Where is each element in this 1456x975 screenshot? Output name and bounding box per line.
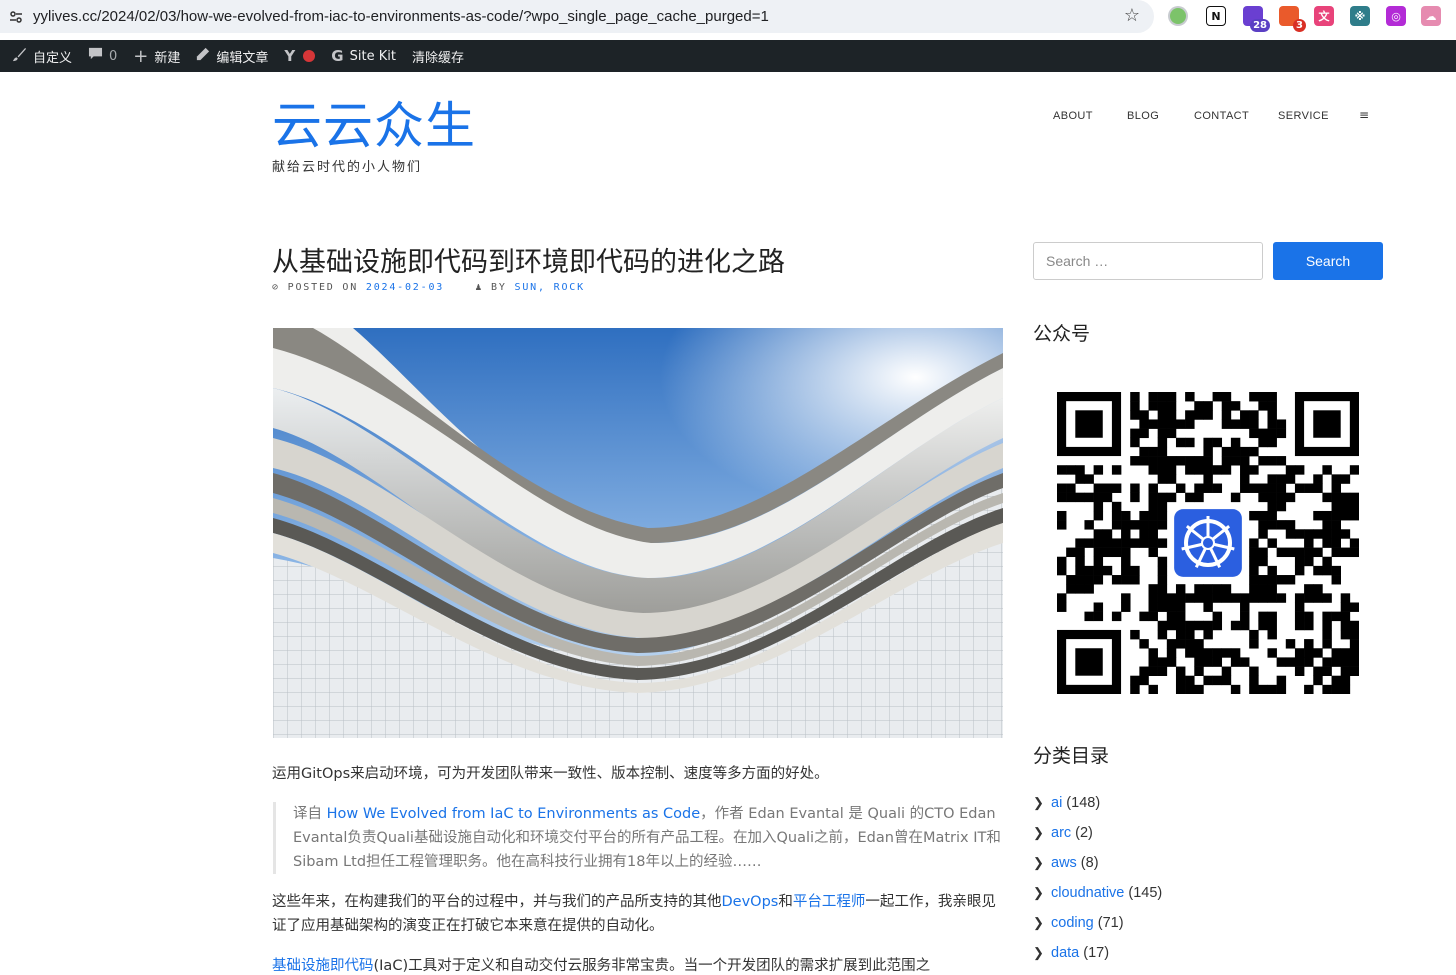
comments-button[interactable]: 0	[80, 40, 125, 72]
category-link[interactable]: arc	[1051, 825, 1071, 841]
chevron-right-icon: ❯	[1033, 885, 1044, 900]
chevron-right-icon: ❯	[1033, 915, 1044, 930]
stack-extension-icon[interactable]: 3	[1279, 6, 1306, 32]
house-extension-icon[interactable]: 28	[1243, 6, 1270, 32]
nav-blog[interactable]: BLOG	[1127, 110, 1159, 122]
post-paragraph-3: 基础设施即代码(IaC)工具对于定义和自动交付云服务非常宝贵。当一个开发团队的需…	[272, 954, 1002, 975]
devops-link[interactable]: DevOps	[722, 894, 779, 910]
new-content-button[interactable]: + 新建	[125, 40, 188, 72]
post-intro: 运用GitOps来启动环境，可为开发团队带来一致性、版本控制、速度等多方面的好处…	[272, 766, 829, 782]
chevron-right-icon: ❯	[1033, 795, 1044, 810]
teal-extension-icon[interactable]: ※	[1350, 6, 1370, 26]
google-g-icon: G	[331, 47, 344, 65]
list-item[interactable]: ❯ ai (148)	[1033, 788, 1162, 818]
posted-on-label: POSTED ON	[287, 282, 359, 293]
clock-icon: ⊘	[272, 282, 280, 293]
site-kit-button[interactable]: G Site Kit	[323, 40, 404, 72]
seo-status-dot-icon	[303, 50, 316, 62]
quote-prefix: 译自	[293, 806, 327, 822]
extension-badge: 3	[1293, 19, 1306, 32]
categories-list: ❯ ai (148) ❯ arc (2) ❯ aws (8) ❯ cloudnative (14…	[1033, 788, 1162, 968]
post-paragraph-2: 这些年来，在构建我们的平台的过程中，并与我们的产品所支持的其他DevOps和平台…	[272, 890, 1002, 938]
chevron-right-icon: ❯	[1033, 945, 1044, 960]
green-dot-extension-icon[interactable]	[1170, 8, 1186, 24]
category-count: (71)	[1097, 915, 1124, 931]
paintbrush-icon	[12, 47, 27, 66]
customize-button[interactable]: 自定义	[0, 40, 80, 72]
wechat-widget-title: 公众号	[1033, 323, 1091, 345]
category-link[interactable]: aws	[1051, 855, 1077, 871]
translation-quote: 译自 How We Evolved from IaC to Environmen…	[273, 802, 1003, 874]
comment-bubble-icon	[88, 47, 103, 65]
address-bar[interactable]: yylives.cc/2024/02/03/how-we-evolved-fro…	[0, 0, 1154, 33]
clear-cache-button[interactable]: 清除缓存	[404, 40, 472, 72]
pencil-icon	[196, 47, 210, 65]
site-tagline: 献给云时代的小人物们	[272, 160, 423, 175]
original-article-link[interactable]: How We Evolved from IaC to Environments …	[327, 806, 701, 822]
featured-image	[273, 328, 1003, 738]
clear-cache-label: 清除缓存	[411, 50, 464, 66]
yoast-seo-button[interactable]: Y	[276, 40, 323, 72]
customize-label: 自定义	[33, 50, 73, 66]
extension-badge: 28	[1250, 19, 1270, 32]
nav-contact[interactable]: CONTACT	[1194, 110, 1249, 122]
category-link[interactable]: data	[1051, 945, 1079, 961]
category-count: (145)	[1128, 885, 1163, 901]
notion-extension-icon[interactable]: N	[1206, 6, 1226, 26]
author-link[interactable]: SUN, ROCK	[515, 282, 585, 293]
site-info-icon[interactable]	[2, 3, 30, 31]
categories-widget-title: 分类目录	[1033, 745, 1110, 767]
cloud-extension-icon[interactable]: ☁	[1421, 6, 1441, 26]
post-title: 从基础设施即代码到环境即代码的进化之路	[272, 247, 785, 278]
para2-part2: 和	[778, 894, 793, 910]
list-item[interactable]: ❯ aws (8)	[1033, 848, 1162, 878]
category-count: (17)	[1083, 945, 1110, 961]
translate-extension-icon[interactable]: 文	[1314, 6, 1334, 26]
chevron-right-icon: ❯	[1033, 855, 1044, 870]
para3-rest: (IaC)工具对于定义和自动交付云服务非常宝贵。当一个开发团队的需求扩展到此范围…	[373, 958, 931, 974]
new-label: 新建	[154, 50, 181, 66]
platform-engineer-link[interactable]: 平台工程师	[793, 894, 866, 910]
menu-icon[interactable]: ≡	[1359, 108, 1369, 122]
bookmark-star-icon[interactable]: ☆	[1124, 5, 1140, 26]
purple-extension-icon[interactable]: ◎	[1386, 6, 1406, 26]
nav-service[interactable]: SERVICE	[1278, 110, 1329, 122]
nav-about[interactable]: ABOUT	[1053, 110, 1093, 122]
category-link[interactable]: ai	[1051, 795, 1062, 811]
browser-toolbar: yylives.cc/2024/02/03/how-we-evolved-fro…	[0, 0, 1456, 40]
list-item[interactable]: ❯ arc (2)	[1033, 818, 1162, 848]
url-text[interactable]: yylives.cc/2024/02/03/how-we-evolved-fro…	[33, 8, 769, 25]
para2-part1: 这些年来，在构建我们的平台的过程中，并与我们的产品所支持的其他	[272, 894, 722, 910]
category-count: (2)	[1075, 825, 1093, 841]
by-label: BY	[491, 282, 507, 293]
search-button[interactable]: Search	[1273, 242, 1383, 280]
edit-post-button[interactable]: 编辑文章	[188, 40, 276, 72]
wechat-qr-code	[1057, 392, 1360, 695]
post-meta: ⊘ POSTED ON 2024-02-03 ♟ BY SUN, ROCK	[272, 282, 585, 293]
search-input[interactable]: Search …	[1033, 242, 1263, 280]
chevron-right-icon: ❯	[1033, 825, 1044, 840]
category-count: (8)	[1080, 855, 1099, 871]
list-item[interactable]: ❯ coding (71)	[1033, 908, 1162, 938]
site-title[interactable]: 云云众生	[272, 96, 476, 156]
category-count: (148)	[1066, 795, 1101, 811]
iac-link[interactable]: 基础设施即代码	[272, 958, 374, 974]
wp-admin-bar: 自定义 0 + 新建 编辑文章 Y G Site Kit 清除缓存	[0, 40, 1456, 72]
list-item[interactable]: ❯ cloudnative (145)	[1033, 878, 1162, 908]
list-item[interactable]: ❯ data (17)	[1033, 938, 1162, 968]
edit-post-label: 编辑文章	[216, 50, 269, 66]
post-date-link[interactable]: 2024-02-03	[366, 282, 444, 293]
author-icon: ♟	[475, 282, 484, 293]
category-link[interactable]: cloudnative	[1051, 885, 1124, 901]
plus-icon: +	[133, 45, 149, 67]
comments-count: 0	[109, 48, 118, 64]
yoast-icon: Y	[284, 47, 296, 65]
site-kit-label: Site Kit	[349, 48, 396, 64]
category-link[interactable]: coding	[1051, 915, 1094, 931]
